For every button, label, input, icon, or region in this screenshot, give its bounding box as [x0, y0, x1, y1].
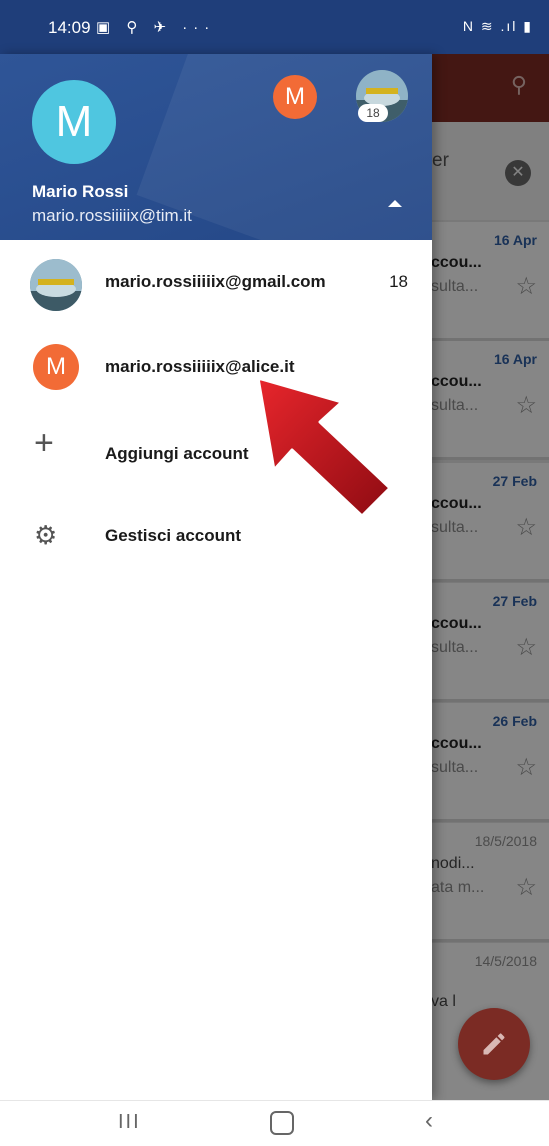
- pencil-icon: [483, 1033, 505, 1055]
- back-button[interactable]: ‹: [425, 1107, 433, 1135]
- notification-icons: ▣ ⚲ ✈ ···: [96, 19, 216, 36]
- pointer-arrow-annotation: [256, 376, 392, 518]
- gear-icon: ⚙: [34, 520, 58, 550]
- primary-account-avatar[interactable]: M: [32, 80, 116, 164]
- expand-accounts-icon[interactable]: [388, 200, 402, 207]
- account-email: mario.rossiiiiix@tim.it: [32, 206, 192, 225]
- alice-account-avatar: M: [33, 344, 79, 390]
- signal-battery-icons: N ≋ .ıl ▮: [462, 18, 533, 34]
- system-nav-bar: III ‹: [0, 1100, 549, 1146]
- add-account-label: Aggiungi account: [105, 444, 249, 463]
- account-unread-count: 18: [389, 272, 408, 291]
- compose-button[interactable]: [458, 1008, 530, 1080]
- account-item-gmail[interactable]: mario.rossiiiiix@gmail.com 18: [0, 242, 432, 324]
- switch-account-avatar[interactable]: M: [273, 75, 317, 119]
- home-button[interactable]: [270, 1111, 294, 1135]
- status-bar: 14:09 ▣ ⚲ ✈ ··· N ≋ .ıl ▮: [0, 0, 549, 54]
- manage-accounts-label: Gestisci account: [105, 526, 242, 545]
- account-header[interactable]: M M 18 Mario Rossi mario.rossiiiiix@tim.…: [0, 54, 432, 240]
- gmail-account-avatar: [30, 259, 82, 311]
- recents-button[interactable]: III: [118, 1111, 141, 1134]
- navigation-drawer: M M 18 Mario Rossi mario.rossiiiiix@tim.…: [0, 54, 432, 1100]
- account-name: Mario Rossi: [32, 182, 129, 201]
- car-photo-icon: [30, 259, 82, 311]
- account-item-label: mario.rossiiiiix@gmail.com: [105, 272, 326, 291]
- unread-count-badge: 18: [358, 104, 388, 122]
- plus-icon: +: [34, 424, 54, 462]
- status-time: 14:09: [48, 18, 91, 37]
